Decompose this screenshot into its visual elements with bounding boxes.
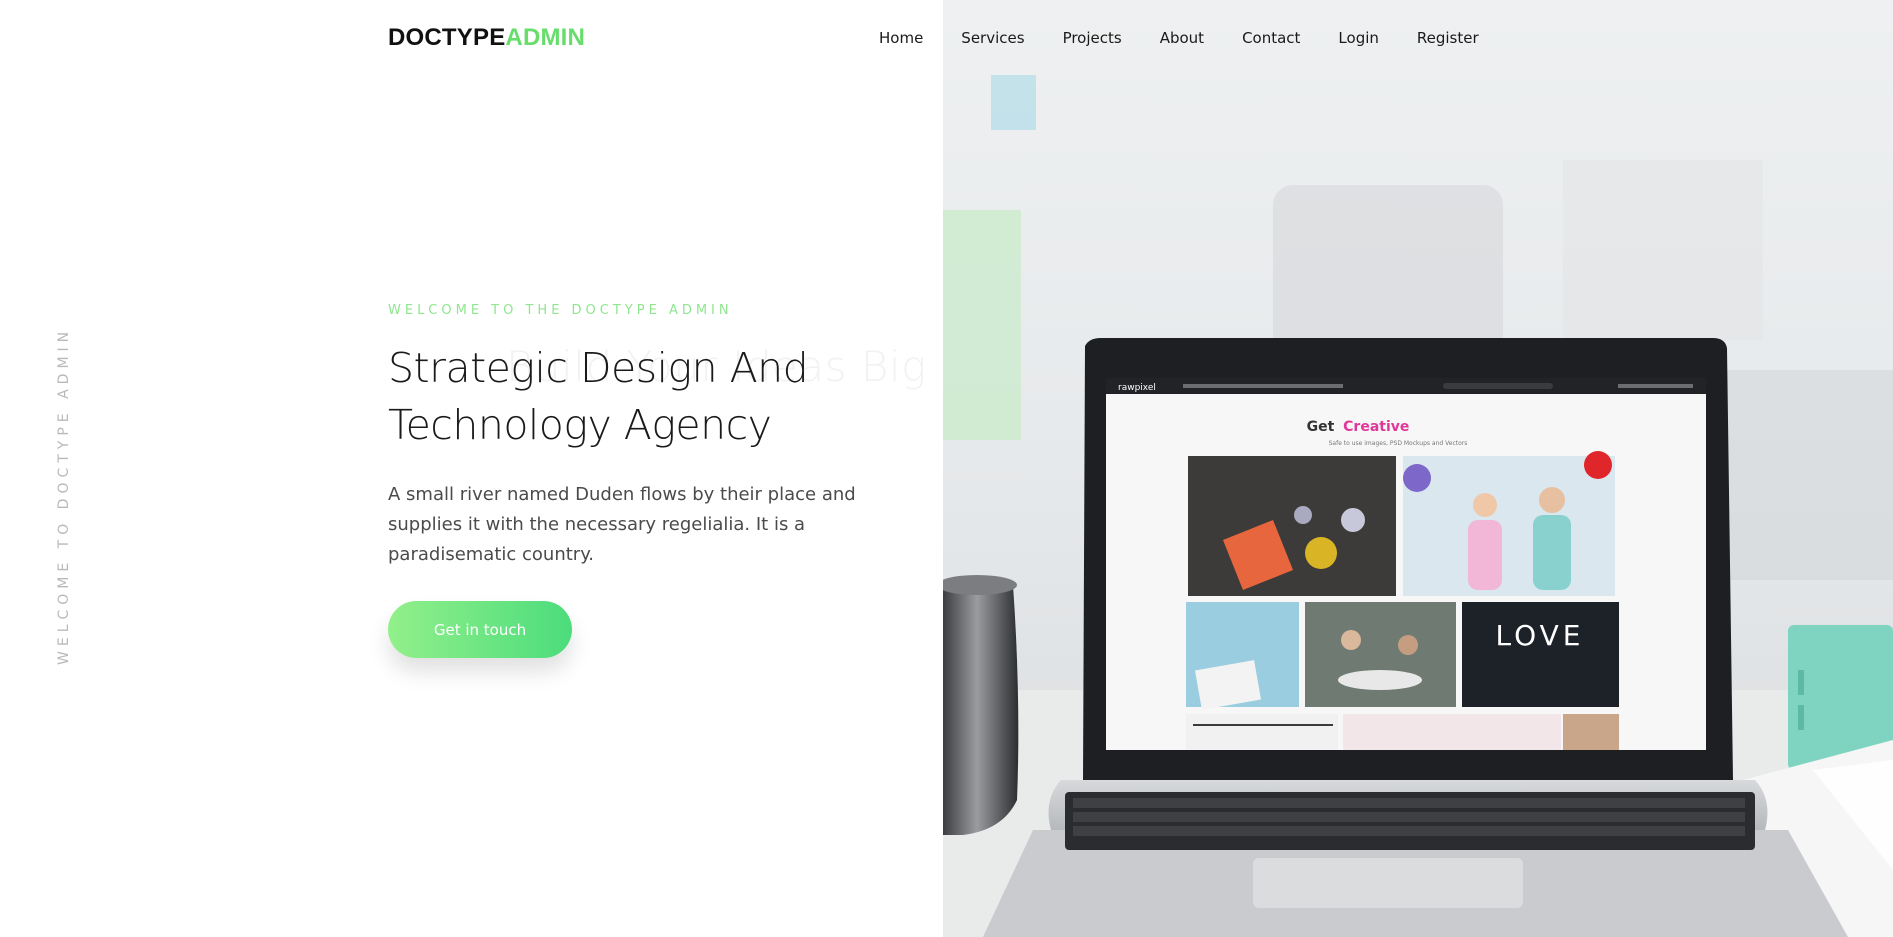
hero-description-line-2: supplies it with the necessary regeliali… bbox=[388, 514, 806, 535]
nav-about[interactable]: About bbox=[1141, 29, 1223, 47]
screen-site-logo: rawpixel bbox=[1118, 383, 1156, 393]
brand-logo[interactable]: DOCTYPEADMIN bbox=[388, 24, 585, 52]
screen-subheading: Safe to use images, PSD Mockups and Vect… bbox=[1329, 440, 1468, 447]
hero-image: rawpixel Get Creative Safe to use images… bbox=[943, 0, 1893, 937]
nav-login[interactable]: Login bbox=[1319, 29, 1397, 47]
brand-logo-part2: ADMIN bbox=[505, 24, 586, 51]
screen-love-word: LOVE bbox=[1496, 619, 1585, 652]
hero-description: A small river named Duden flows by their… bbox=[388, 480, 868, 570]
screen-heading-plain: Get bbox=[1307, 419, 1335, 435]
hero-headline: Strategic Design And Technology Agency bbox=[388, 340, 908, 454]
nav-projects[interactable]: Projects bbox=[1044, 29, 1141, 47]
hero-description-line-3: paradisematic country. bbox=[388, 544, 594, 565]
hero-headline-line-2: Technology Agency bbox=[388, 401, 772, 449]
hero-description-line-1: A small river named Duden flows by their… bbox=[388, 484, 856, 505]
nav-contact[interactable]: Contact bbox=[1223, 29, 1319, 47]
main-nav: Home Services Projects About Contact Log… bbox=[860, 29, 1498, 47]
hero-headline-line-1: Strategic Design And bbox=[388, 344, 809, 392]
brand-logo-part1: DOCTYPE bbox=[388, 24, 506, 51]
get-in-touch-button[interactable]: Get in touch bbox=[388, 601, 572, 658]
svg-text:Get Creative: Get Creative bbox=[1307, 419, 1410, 435]
hero-kicker: WELCOME TO THE DOCTYPE ADMIN bbox=[388, 303, 733, 318]
nav-services[interactable]: Services bbox=[942, 29, 1043, 47]
mug-shape bbox=[943, 585, 1019, 835]
screen-heading-accent: Creative bbox=[1343, 419, 1409, 435]
nav-register[interactable]: Register bbox=[1398, 29, 1498, 47]
vertical-side-label: WELCOME TO DOCTYPE ADMIN bbox=[56, 326, 72, 665]
hero-content-panel: DOCTYPEADMIN WELCOME TO DOCTYPE ADMIN WE… bbox=[0, 0, 943, 937]
nav-home[interactable]: Home bbox=[860, 29, 942, 47]
